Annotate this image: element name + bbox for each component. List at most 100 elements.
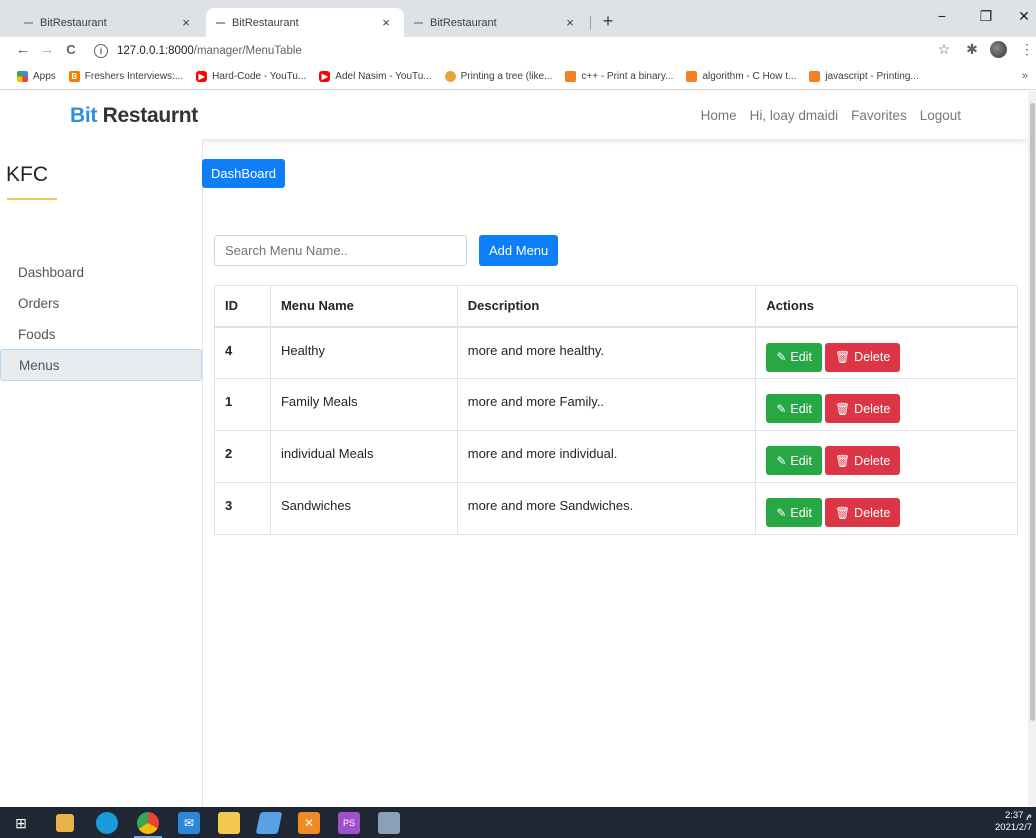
tab-title: BitRestaurant [40, 16, 107, 29]
clock-date: 2021/2/7 [995, 822, 1032, 833]
clock-time: 2:37 م [1004, 810, 1032, 821]
close-window-icon[interactable]: ✕ [1014, 8, 1034, 25]
back-icon[interactable]: ← [14, 41, 32, 58]
minimize-icon[interactable]: − [932, 8, 952, 24]
address-bar[interactable]: i 127.0.0.1:8000/manager/MenuTable [94, 40, 934, 62]
system-clock[interactable]: 2:37 م 2021/2/7 [995, 810, 1032, 834]
table-row: 2 individual Meals more and more individ… [214, 430, 1018, 483]
edge-icon[interactable] [96, 812, 118, 834]
cell-description: more and more Family.. [456, 378, 757, 431]
search-menu-input[interactable] [214, 235, 467, 266]
top-navbar: Bit Restaurnt Home Hi, loay dmaidi Favor… [0, 91, 1028, 139]
cell-id: 2 [214, 430, 271, 483]
profile-avatar[interactable] [990, 41, 1007, 58]
nav-favorites-link[interactable]: Favorites [851, 108, 907, 123]
nav-user-greeting[interactable]: Hi, loay dmaidi [750, 108, 839, 123]
close-tab-icon[interactable]: × [178, 15, 194, 30]
chrome-icon[interactable] [137, 812, 159, 834]
add-menu-button[interactable]: Add Menu [479, 235, 559, 266]
nav-links: Home Hi, loay dmaidi Favorites Logout [688, 108, 961, 123]
edit-icon: ✎ [776, 453, 787, 468]
bookmark-item[interactable]: ▶ Adel Nasim - YouTu... [319, 71, 432, 82]
sidebar-item-menus[interactable]: Menus [0, 349, 202, 381]
edit-button[interactable]: ✎ Edit [766, 446, 822, 475]
bookmark-star-icon[interactable]: ☆ [935, 41, 953, 58]
stackoverflow-icon [444, 71, 456, 82]
app-icon[interactable] [378, 812, 400, 834]
bookmark-label: Apps [33, 71, 56, 82]
forward-icon[interactable]: → [38, 41, 56, 58]
phpstorm-icon[interactable]: PS [338, 812, 360, 834]
brand-logo[interactable]: Bit Restaurnt [70, 104, 198, 128]
windows-taskbar: ⊞ ✉ ✕ PS 2:37 م 2021/2/7 [0, 807, 1036, 838]
windows-start-icon[interactable]: ⊞ [10, 812, 32, 834]
close-tab-icon[interactable]: × [562, 15, 578, 30]
sidebar-item-orders[interactable]: Orders [0, 288, 202, 319]
cell-menu-name: Family Meals [269, 378, 458, 431]
browser-menu-icon[interactable]: ⋮ [1018, 41, 1036, 58]
youtube-icon: ▶ [196, 71, 208, 82]
sidebar-item-foods[interactable]: Foods [0, 319, 202, 350]
cell-actions: ✎ Edit 🗑 Delete [755, 430, 1018, 483]
table-row: 4 Healthy more and more healthy. ✎ Edit 🗑 D… [214, 326, 1018, 379]
brand-prefix: Bit [70, 104, 98, 127]
scrollbar-thumb[interactable] [1030, 103, 1035, 721]
cell-menu-name: Healthy [269, 326, 458, 379]
page-content: Bit Restaurnt Home Hi, loay dmaidi Favor… [0, 91, 1036, 807]
table-header-row: ID Menu Name Description Actions [214, 285, 1018, 328]
edit-button[interactable]: ✎ Edit [766, 498, 822, 527]
bookmark-label: Hard-Code - YouTu... [212, 71, 307, 82]
browser-tab[interactable]: BitRestaurant × [14, 8, 204, 37]
edit-icon: ✎ [776, 505, 787, 520]
bookmark-label: algorithm - C How t... [702, 71, 797, 82]
delete-button[interactable]: 🗑 Delete [824, 498, 901, 527]
bookmark-apps[interactable]: Apps [17, 71, 56, 82]
favicon-icon [216, 21, 225, 24]
cell-actions: ✎ Edit 🗑 Delete [755, 326, 1018, 379]
cell-id: 1 [214, 378, 271, 431]
nav-logout-link[interactable]: Logout [920, 108, 961, 123]
bookmark-item[interactable]: algorithm - C How t... [686, 71, 796, 82]
bookmark-item[interactable]: ▶ Hard-Code - YouTu... [196, 71, 306, 82]
file-explorer-icon[interactable] [218, 812, 240, 834]
edit-button[interactable]: ✎ Edit [766, 342, 822, 372]
bookmark-item[interactable]: B Freshers Interviews:... [68, 71, 183, 82]
xampp-icon[interactable]: ✕ [298, 812, 320, 834]
bookmark-item[interactable]: c++ - Print a binary... [565, 71, 673, 82]
bookmarks-overflow-icon[interactable]: » [1022, 70, 1028, 82]
favicon-icon [24, 21, 33, 24]
bookmark-item[interactable]: Printing a tree (like... [444, 71, 552, 82]
delete-label: Delete [854, 453, 891, 468]
delete-button[interactable]: 🗑 Delete [824, 342, 901, 372]
browser-tab[interactable]: BitRestaurant × [404, 8, 588, 37]
close-tab-icon[interactable]: × [378, 15, 394, 30]
extensions-icon[interactable]: ✱ [963, 41, 981, 58]
reload-icon[interactable]: C [62, 42, 80, 57]
trash-icon: 🗑 [834, 401, 851, 416]
edit-label: Edit [790, 505, 812, 520]
bookmark-item[interactable]: javascript - Printing... [809, 71, 919, 82]
sidebar-title-underline [7, 198, 57, 200]
bookmarks-bar: Apps B Freshers Interviews:... ▶ Hard-Co… [0, 64, 1036, 90]
edit-button[interactable]: ✎ Edit [766, 394, 822, 423]
delete-button[interactable]: 🗑 Delete [824, 446, 901, 475]
delete-button[interactable]: 🗑 Delete [824, 394, 901, 423]
browser-tab-active[interactable]: BitRestaurant × [206, 8, 404, 37]
dashboard-button[interactable]: DashBoard [202, 159, 286, 188]
site-info-icon[interactable]: i [94, 44, 108, 58]
delete-label: Delete [854, 401, 891, 416]
editor-icon[interactable] [255, 812, 283, 834]
maximize-icon[interactable]: ❐ [976, 8, 996, 25]
sidebar: KFC Dashboard Orders Foods Menus [0, 139, 203, 807]
cell-menu-name: individual Meals [269, 430, 458, 483]
stackoverflow-icon [809, 71, 821, 82]
cell-description: more and more Sandwiches. [456, 482, 757, 535]
table-row: 3 Sandwiches more and more Sandwiches. ✎… [214, 482, 1018, 535]
nav-home-link[interactable]: Home [701, 108, 737, 123]
new-tab-button[interactable]: + [598, 11, 618, 32]
tab-title: BitRestaurant [430, 16, 497, 29]
column-header-actions: Actions [755, 285, 1018, 328]
mail-icon[interactable]: ✉ [178, 812, 200, 834]
store-icon[interactable] [56, 814, 74, 832]
sidebar-item-dashboard[interactable]: Dashboard [0, 257, 202, 288]
